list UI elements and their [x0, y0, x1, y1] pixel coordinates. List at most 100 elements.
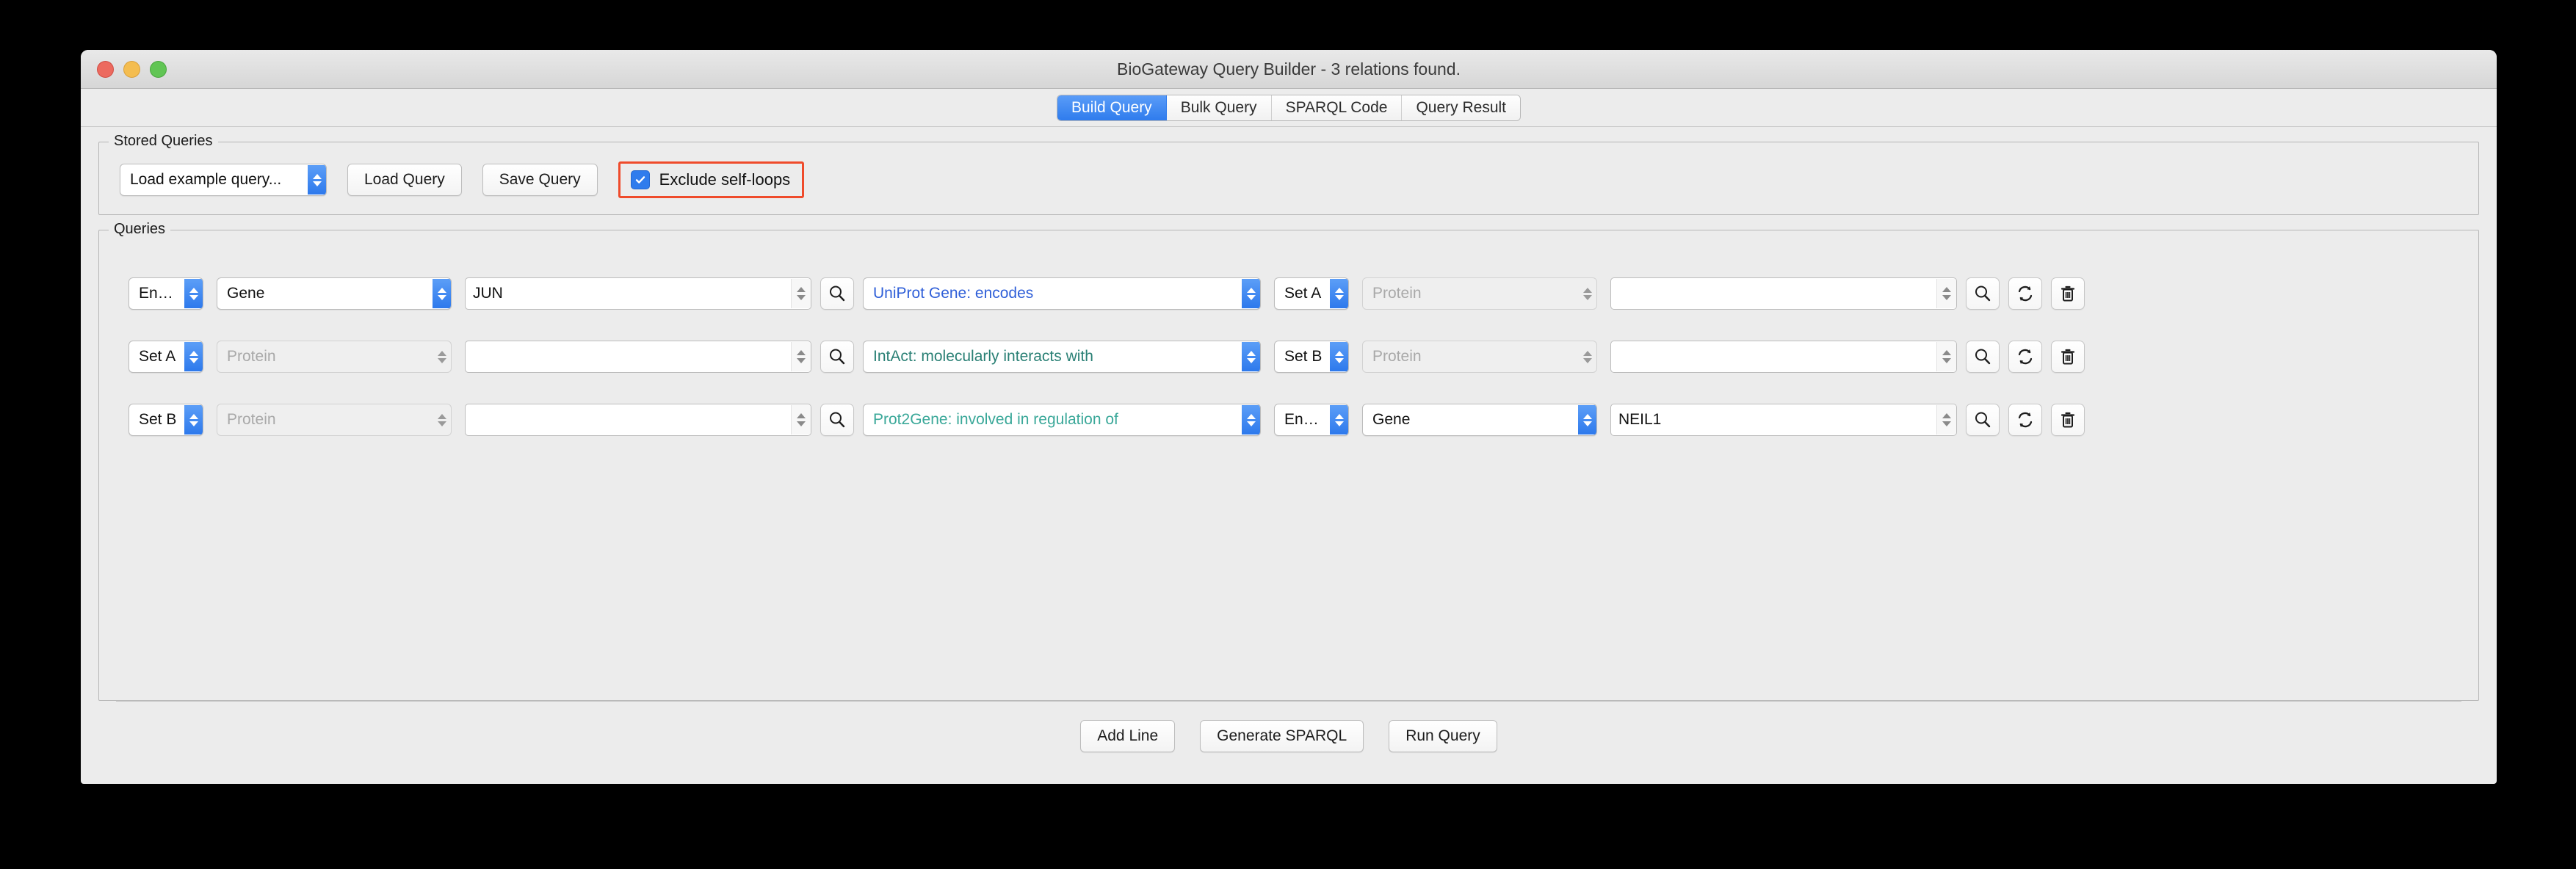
exclude-self-loops-label: Exclude self-loops [659, 170, 791, 189]
row2-object-class-value: Gene [1372, 411, 1411, 428]
run-query-button[interactable]: Run Query [1389, 720, 1497, 752]
add-line-button[interactable]: Add Line [1080, 720, 1176, 752]
row1-subject-value-input[interactable] [465, 341, 811, 373]
row1-swap-button[interactable] [2008, 341, 2042, 373]
row0-object-search-button[interactable] [1966, 277, 2000, 310]
row1-object-class-value: Protein [1372, 348, 1422, 365]
query-rows: Entity: Gene JUN UniProt Gene: encodes S… [112, 255, 2465, 443]
row0-subject-value-input[interactable]: JUN [465, 277, 811, 310]
chevron-updown-icon[interactable] [791, 279, 811, 308]
row2-delete-button[interactable] [2051, 404, 2085, 436]
query-row: Set B Protein Prot2Gene: involved in reg… [129, 396, 2465, 443]
chevron-updown-icon[interactable] [1936, 405, 1956, 434]
chevron-updown-icon[interactable] [791, 405, 811, 434]
chevron-updown-icon[interactable] [1578, 405, 1596, 434]
row2-object-search-button[interactable] [1966, 404, 2000, 436]
row1-delete-button[interactable] [2051, 341, 2085, 373]
row0-object-class-select[interactable]: Protein [1362, 277, 1597, 310]
row2-relation-value: Prot2Gene: involved in regulation of [873, 411, 1118, 428]
row0-subject-class-value: Gene [227, 285, 265, 302]
generate-sparql-button[interactable]: Generate SPARQL [1200, 720, 1364, 752]
stored-queries-panel: Stored Queries Load example query... Loa… [98, 133, 2479, 215]
row0-relation-select[interactable]: UniProt Gene: encodes [863, 277, 1261, 310]
row0-subject-value-text: JUN [473, 285, 503, 302]
row2-object-value-input[interactable]: NEIL1 [1610, 404, 1957, 436]
tab-bulk-query[interactable]: Bulk Query [1166, 95, 1272, 120]
row2-subject-type-select[interactable]: Set B [129, 404, 203, 436]
stored-queries-row: Load example query... Load Query Save Qu… [112, 161, 2465, 198]
row0-subject-class-select[interactable]: Gene [217, 277, 452, 310]
save-query-button[interactable]: Save Query [482, 164, 598, 196]
chevron-updown-icon[interactable] [1578, 279, 1596, 308]
chevron-updown-icon[interactable] [1330, 405, 1348, 434]
row2-subject-type-value: Set B [139, 411, 177, 428]
row1-relation-select[interactable]: IntAct: molecularly interacts with [863, 341, 1261, 373]
row1-subject-class-select[interactable]: Protein [217, 341, 452, 373]
row2-object-type-select[interactable]: Entity: [1274, 404, 1349, 436]
row1-subject-search-button[interactable] [820, 341, 854, 373]
row0-subject-type-select[interactable]: Entity: [129, 277, 203, 310]
chevron-updown-icon[interactable] [184, 342, 203, 371]
row1-relation-value: IntAct: molecularly interacts with [873, 348, 1093, 365]
exclude-self-loops-checkbox[interactable] [630, 170, 650, 189]
title-bar: BioGateway Query Builder - 3 relations f… [81, 50, 2497, 89]
row2-relation-select[interactable]: Prot2Gene: involved in regulation of [863, 404, 1261, 436]
tab-group: Build Query Bulk Query SPARQL Code Query… [1057, 95, 1521, 120]
row0-object-type-value: Set A [1284, 285, 1322, 302]
row0-object-type-select[interactable]: Set A [1274, 277, 1349, 310]
row2-object-class-select[interactable]: Gene [1362, 404, 1597, 436]
chevron-updown-icon[interactable] [433, 405, 451, 434]
row2-subject-class-select[interactable]: Protein [217, 404, 452, 436]
tab-sparql-code[interactable]: SPARQL Code [1271, 95, 1403, 120]
chevron-updown-icon[interactable] [433, 342, 451, 371]
load-query-button[interactable]: Load Query [347, 164, 462, 196]
row1-object-value-input[interactable] [1610, 341, 1957, 373]
row1-subject-type-value: Set A [139, 348, 176, 365]
chevron-updown-icon[interactable] [1936, 342, 1956, 371]
row1-object-class-select[interactable]: Protein [1362, 341, 1597, 373]
footer-strip [98, 771, 2479, 784]
query-row: Set A Protein IntAct: molecularly intera… [129, 333, 2465, 380]
tab-build-query[interactable]: Build Query [1057, 95, 1167, 120]
chevron-updown-icon[interactable] [433, 279, 451, 308]
stored-queries-label: Stored Queries [109, 133, 218, 150]
row1-subject-type-select[interactable]: Set A [129, 341, 203, 373]
row2-subject-search-button[interactable] [820, 404, 854, 436]
chevron-updown-icon[interactable] [184, 405, 203, 434]
row2-swap-button[interactable] [2008, 404, 2042, 436]
row0-relation-value: UniProt Gene: encodes [873, 285, 1034, 302]
row2-subject-value-input[interactable] [465, 404, 811, 436]
row1-object-type-select[interactable]: Set B [1274, 341, 1349, 373]
app-window: BioGateway Query Builder - 3 relations f… [81, 50, 2497, 784]
load-example-query-value: Load example query... [130, 171, 282, 188]
chevron-updown-icon[interactable] [184, 279, 203, 308]
content-area: Stored Queries Load example query... Loa… [81, 127, 2497, 784]
chevron-updown-icon[interactable] [1242, 279, 1260, 308]
chevron-updown-icon[interactable] [791, 342, 811, 371]
action-bar: Add Line Generate SPARQL Run Query [116, 701, 2461, 771]
tab-strip: Build Query Bulk Query SPARQL Code Query… [81, 89, 2497, 127]
row0-swap-button[interactable] [2008, 277, 2042, 310]
chevron-updown-icon[interactable] [1330, 279, 1348, 308]
row2-object-type-value: Entity: [1284, 411, 1328, 428]
row0-delete-button[interactable] [2051, 277, 2085, 310]
row1-subject-class-value: Protein [227, 348, 276, 365]
row1-object-type-value: Set B [1284, 348, 1323, 365]
chevron-updown-icon[interactable] [308, 165, 326, 194]
chevron-updown-icon[interactable] [1330, 342, 1348, 371]
row0-object-value-input[interactable] [1610, 277, 1957, 310]
row1-object-search-button[interactable] [1966, 341, 2000, 373]
queries-label: Queries [109, 221, 171, 238]
exclude-self-loops-container[interactable]: Exclude self-loops [618, 161, 805, 198]
row0-subject-search-button[interactable] [820, 277, 854, 310]
chevron-updown-icon[interactable] [1242, 405, 1260, 434]
chevron-updown-icon[interactable] [1578, 342, 1596, 371]
load-example-query-select[interactable]: Load example query... [120, 164, 327, 196]
tab-query-result[interactable]: Query Result [1402, 95, 1521, 120]
chevron-updown-icon[interactable] [1936, 279, 1956, 308]
queries-panel: Queries Entity: Gene JUN UniProt Gene: e… [98, 221, 2479, 701]
row0-subject-type-value: Entity: [139, 285, 182, 302]
chevron-updown-icon[interactable] [1242, 342, 1260, 371]
query-row: Entity: Gene JUN UniProt Gene: encodes S… [129, 270, 2465, 317]
window-title: BioGateway Query Builder - 3 relations f… [1117, 59, 1461, 79]
